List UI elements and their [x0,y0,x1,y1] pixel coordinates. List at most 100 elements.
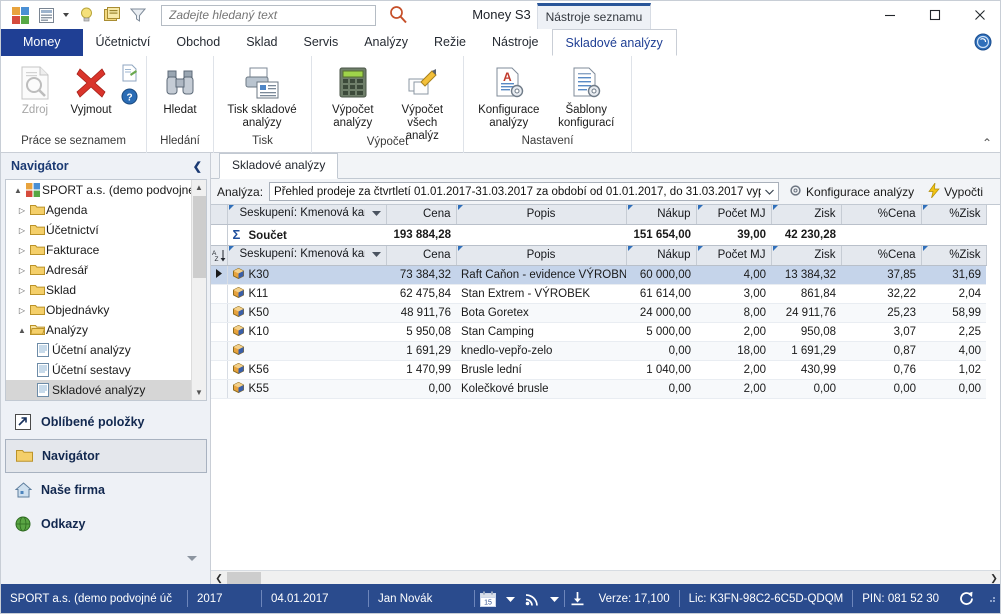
search-input[interactable] [161,4,376,26]
help-blue-icon[interactable]: ? [120,86,140,106]
scroll-down-icon[interactable]: ▼ [192,385,206,400]
resize-grip-icon[interactable] [985,592,999,606]
overflow-caret-icon[interactable] [61,5,71,25]
download-icon[interactable] [565,591,590,606]
tree-scrollbar[interactable]: ▲ ▼ [191,180,206,400]
expander-icon[interactable]: ▷ [16,226,28,235]
ribbon-button-vypocet-analyzy[interactable]: Výpočet analýzy [318,61,388,132]
column-header-cena[interactable]: Cena [386,205,457,225]
konfigurace-analyzy-button[interactable]: Konfigurace analýzy [785,184,918,200]
refresh-icon[interactable] [948,590,985,607]
tab-nastroje[interactable]: Nástroje [479,29,552,56]
column-header-popis[interactable]: Popis [456,205,627,225]
column-header-popis-detail[interactable]: Popis [456,245,627,266]
scrollbar-thumb[interactable] [193,196,206,278]
tab-obchod[interactable]: Obchod [163,29,233,56]
caret-down-icon[interactable] [371,248,381,260]
expander-icon[interactable]: ▲ [16,326,28,335]
table-row[interactable]: K56 1 470,99 Brusle lední 1 040,00 2,00 … [211,360,986,380]
tab-skladove-analyzy[interactable]: Skladové analýzy [551,29,677,56]
maximize-button[interactable] [912,1,957,29]
column-header-pct-cena[interactable]: %Cena [841,205,922,225]
table-row[interactable]: K55 0,00 Kolečkové brusle 0,00 2,00 0,00… [211,379,986,399]
tree-item-agenda[interactable]: ▷ Agenda [6,200,206,220]
column-header-nakup[interactable]: Nákup [626,205,697,225]
money-logo-icon[interactable] [9,5,31,25]
tab-sklad[interactable]: Sklad [233,29,290,56]
tree-item-ucetni-analyzy[interactable]: Účetní analýzy [6,340,206,360]
table-row[interactable]: K11 62 475,84 Stan Extrem - VÝROBEK 61 6… [211,284,986,304]
document-tab-skladove-analyzy[interactable]: Skladové analýzy [219,153,339,179]
column-header-pct-zisk[interactable]: %Zisk [921,205,987,225]
tree-item-skladove-analyzy[interactable]: Skladové analýzy [6,380,206,400]
ribbon-button-sablony-konfiguraci[interactable]: Šablony konfigurací [548,61,626,132]
ribbon-button-vypocet-vsech-analyz[interactable]: Výpočet všech analýz [388,61,458,145]
column-header-pct-cena-detail[interactable]: %Cena [841,245,922,266]
tab-analyzy[interactable]: Analýzy [351,29,421,56]
ribbon-button-vyjmout[interactable]: Vyjmout [63,61,119,119]
tab-rezie[interactable]: Režie [421,29,479,56]
column-header-nakup-detail[interactable]: Nákup [626,245,697,266]
table-row[interactable]: 1 691,29 knedlo-vepřo-zelo 0,00 18,00 1 … [211,341,986,361]
calendar-caret-icon[interactable] [501,596,520,602]
expander-icon[interactable]: ▷ [16,246,28,255]
vypocti-button[interactable]: Vypočti [924,181,987,201]
help-icon[interactable] [974,33,992,51]
ribbon-collapse-icon[interactable]: ⌃ [982,136,992,150]
expander-icon[interactable]: ▷ [16,206,28,215]
caret-down-icon[interactable] [371,207,381,219]
tree-item-sklad[interactable]: ▷ Sklad [6,280,206,300]
search-icon[interactable] [387,4,409,26]
column-header-pocet-mj[interactable]: Počet MJ [696,205,772,225]
navigator-collapse-icon[interactable]: ❮ [193,160,202,173]
tree-item-analyzy[interactable]: ▲ Analýzy [6,320,206,340]
calendar-icon[interactable]: 15 [475,591,501,607]
tab-ucetnictvi[interactable]: Účetnictví [83,29,164,56]
tree-item-ucetnictvi[interactable]: ▷ Účetnictví [6,220,206,240]
table-row[interactable]: K10 5 950,08 Stan Camping 5 000,00 2,00 … [211,322,986,342]
notes-icon[interactable] [101,5,123,25]
panel-nase-firma[interactable]: Naše firma [5,473,207,507]
bulb-icon[interactable] [75,5,97,25]
table-row[interactable]: K30 73 384,32 Raft Caňon - evidence VÝRO… [211,265,986,285]
expander-icon[interactable]: ▲ [12,186,24,195]
column-header-zisk[interactable]: Zisk [771,205,842,225]
grid-sort-indicator-cell[interactable]: A Z [211,245,228,266]
panel-navigator[interactable]: Navigátor [5,439,207,473]
expander-icon[interactable]: ▷ [16,306,28,315]
tree-item-adresar[interactable]: ▷ Adresář [6,260,206,280]
panel-oblibene-polozky[interactable]: Oblíbené položky [5,405,207,439]
analysis-select[interactable]: Přehled prodeje za čtvrtletí 01.01.2017-… [269,182,780,201]
column-header-cena-detail[interactable]: Cena [386,245,457,266]
minimize-button[interactable] [867,1,912,29]
contextual-tab-nastroje-seznamu[interactable]: Nástroje seznamu [537,3,651,29]
ribbon-button-hledat[interactable]: Hledat [153,61,207,119]
column-header-pct-zisk-detail[interactable]: %Zisk [921,245,987,266]
column-header-pocet-mj-detail[interactable]: Počet MJ [696,245,772,266]
table-row[interactable]: K50 48 911,76 Bota Goretex 24 000,00 8,0… [211,303,986,323]
search-text-field[interactable] [167,7,370,23]
panel-odkazy[interactable]: Odkazy [5,507,207,541]
ribbon-button-tisk-skladove-analyzy[interactable]: Tisk skladové analýzy [220,61,304,132]
scroll-up-icon[interactable]: ▲ [192,180,206,195]
tab-money[interactable]: Money [1,29,83,56]
column-header-seskupeni-detail[interactable]: Seskupení: Kmenová karta [227,245,387,266]
rss-icon[interactable] [520,591,545,606]
ribbon-button-konfigurace-analyzy[interactable]: A Konfigurace analýzy [470,61,548,132]
tree-item-sport-as[interactable]: ▲ SPORT a.s. (demo podvojné [6,180,206,200]
navigator-more-icon[interactable] [5,551,207,565]
filter-icon[interactable] [127,5,149,25]
rss-caret-icon[interactable] [545,596,564,602]
export-document-icon[interactable] [120,63,140,83]
expander-icon[interactable]: ▷ [16,266,28,275]
chevron-down-icon[interactable] [761,183,778,200]
column-header-seskupeni[interactable]: Seskupení: Kmenová karta [227,205,387,225]
tab-servis[interactable]: Servis [290,29,351,56]
column-header-zisk-detail[interactable]: Zisk [771,245,842,266]
sort-az-icon[interactable]: A Z [211,246,226,265]
tree-item-fakturace[interactable]: ▷ Fakturace [6,240,206,260]
close-button[interactable] [957,1,1000,29]
list-view-icon[interactable] [35,5,57,25]
tree-item-ucetni-sestavy[interactable]: Účetní sestavy [6,360,206,380]
expander-icon[interactable]: ▷ [16,286,28,295]
